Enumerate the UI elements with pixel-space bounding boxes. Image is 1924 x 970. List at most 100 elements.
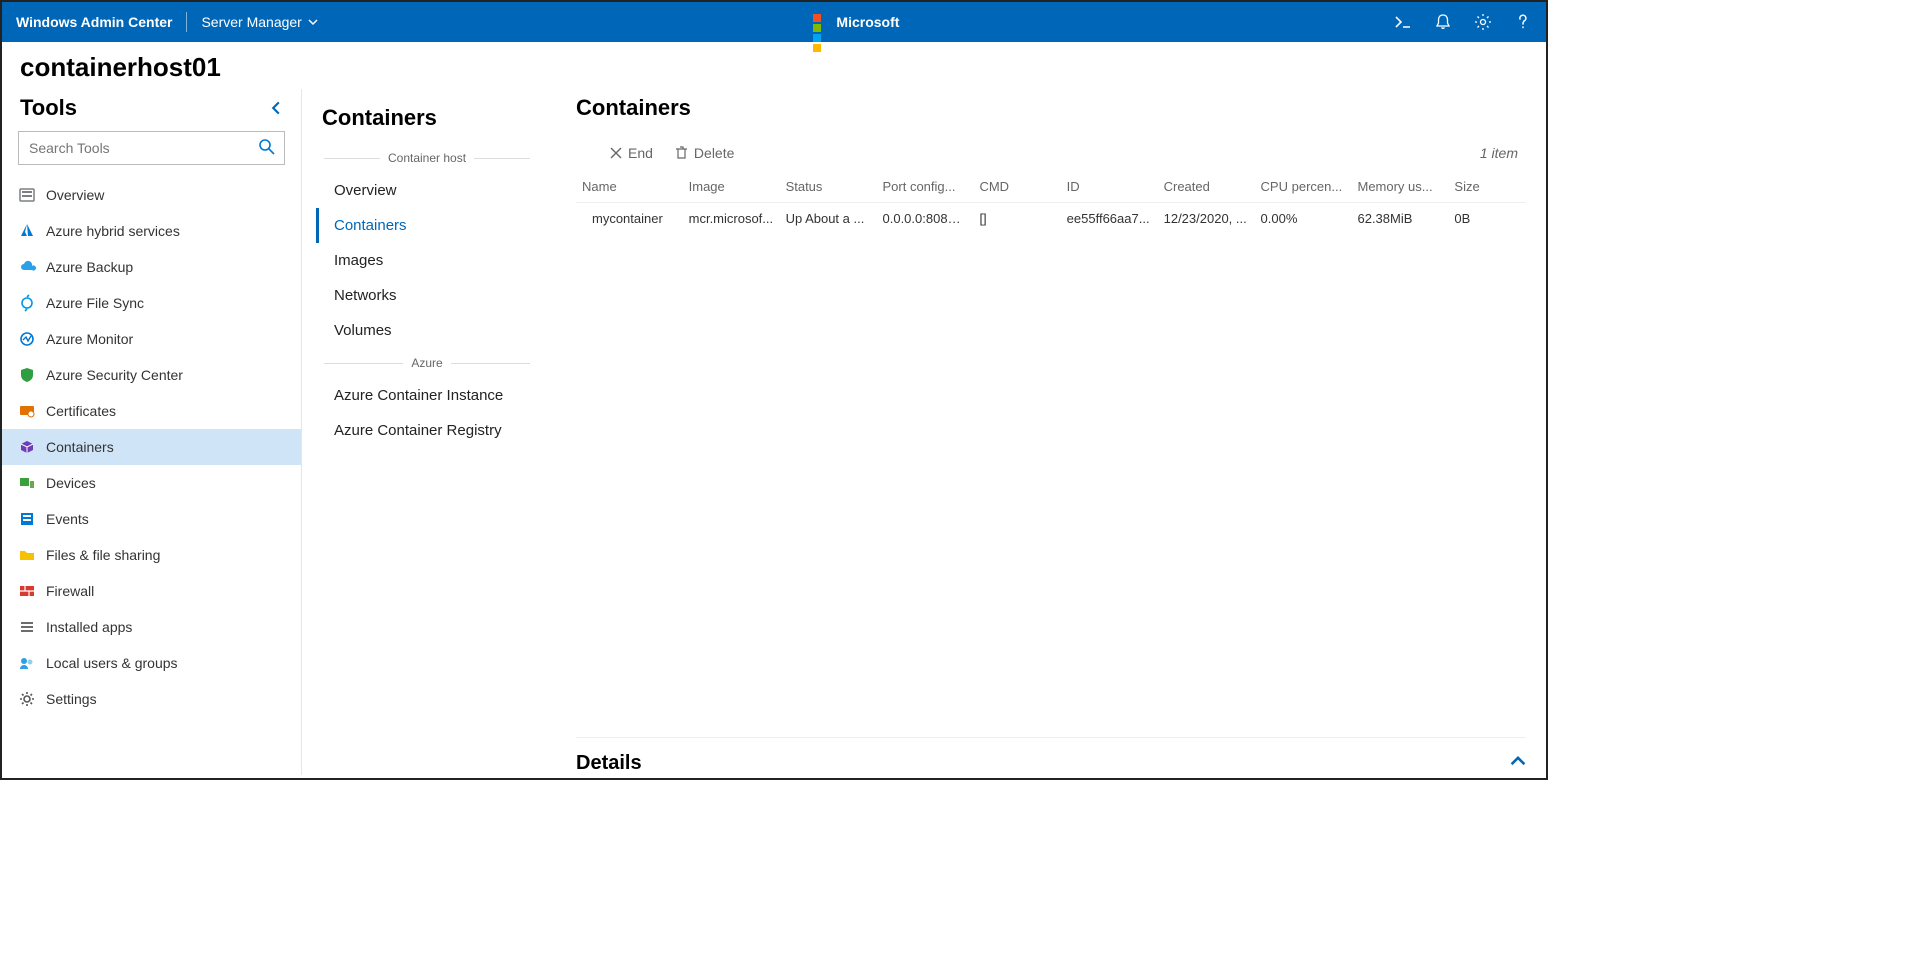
subnav-title: Containers bbox=[316, 99, 538, 143]
tool-item-certificates[interactable]: Certificates bbox=[2, 393, 301, 429]
monitor-icon bbox=[18, 330, 36, 348]
settings-gear-icon[interactable] bbox=[1474, 13, 1492, 31]
events-icon bbox=[18, 510, 36, 528]
tool-item-containers[interactable]: Containers bbox=[2, 429, 301, 465]
subnav-item-azure-container-instance[interactable]: Azure Container Instance bbox=[316, 378, 538, 413]
shield-icon bbox=[18, 366, 36, 384]
cell: 62.38MiB bbox=[1351, 203, 1448, 235]
console-icon[interactable] bbox=[1394, 13, 1412, 31]
tool-item-installed-apps[interactable]: Installed apps bbox=[2, 609, 301, 645]
col-created[interactable]: Created bbox=[1158, 171, 1255, 203]
tool-item-azure-monitor[interactable]: Azure Monitor bbox=[2, 321, 301, 357]
col-port-config-[interactable]: Port config... bbox=[877, 171, 974, 203]
subnav-item-volumes[interactable]: Volumes bbox=[316, 313, 538, 348]
tool-item-label: Files & file sharing bbox=[46, 547, 160, 563]
scope-dropdown[interactable]: Server Manager bbox=[201, 14, 317, 30]
sync-icon bbox=[18, 294, 36, 312]
collapse-tools-icon[interactable] bbox=[269, 95, 283, 121]
col-cmd[interactable]: CMD bbox=[973, 171, 1060, 203]
subnav-item-overview[interactable]: Overview bbox=[316, 173, 538, 208]
tool-item-azure-hybrid-services[interactable]: Azure hybrid services bbox=[2, 213, 301, 249]
tools-search-input[interactable] bbox=[18, 131, 285, 165]
tool-item-label: Azure Security Center bbox=[46, 367, 183, 383]
users-icon bbox=[18, 654, 36, 672]
cell: Up About a ... bbox=[780, 203, 877, 235]
subnav-group-label: Azure bbox=[316, 356, 538, 370]
tool-item-label: Events bbox=[46, 511, 89, 527]
tool-item-events[interactable]: Events bbox=[2, 501, 301, 537]
tool-item-azure-security-center[interactable]: Azure Security Center bbox=[2, 357, 301, 393]
tool-item-files-file-sharing[interactable]: Files & file sharing bbox=[2, 537, 301, 573]
tool-item-firewall[interactable]: Firewall bbox=[2, 573, 301, 609]
col-cpu-percen-[interactable]: CPU percen... bbox=[1255, 171, 1352, 203]
tools-list: Overview Azure hybrid services Azure Backu… bbox=[2, 177, 301, 775]
col-status[interactable]: Status bbox=[780, 171, 877, 203]
tools-search bbox=[18, 131, 285, 165]
divider bbox=[186, 12, 187, 32]
tool-item-label: Installed apps bbox=[46, 619, 132, 635]
apps-icon bbox=[18, 618, 36, 636]
end-label: End bbox=[628, 145, 653, 161]
notifications-icon[interactable] bbox=[1434, 13, 1452, 31]
table-body: mycontainermcr.microsof...Up About a ...… bbox=[576, 203, 1526, 235]
help-icon[interactable] bbox=[1514, 13, 1532, 31]
cell: [] bbox=[973, 203, 1060, 235]
table-row[interactable]: mycontainermcr.microsof...Up About a ...… bbox=[576, 203, 1526, 235]
azure-icon bbox=[18, 222, 36, 240]
delete-label: Delete bbox=[694, 145, 734, 161]
microsoft-logo-icon bbox=[812, 13, 830, 31]
item-count: 1 item bbox=[1480, 145, 1526, 161]
subnav-item-networks[interactable]: Networks bbox=[316, 278, 538, 313]
cell: 12/23/2020, ... bbox=[1158, 203, 1255, 235]
tool-item-devices[interactable]: Devices bbox=[2, 465, 301, 501]
tools-panel: Tools OverviewAzure hybrid servicesAzure… bbox=[2, 89, 302, 775]
container-icon bbox=[18, 438, 36, 456]
details-title: Details bbox=[576, 752, 642, 775]
tool-item-label: Azure Monitor bbox=[46, 331, 133, 347]
tool-item-label: Certificates bbox=[46, 403, 116, 419]
cell: mycontainer bbox=[576, 203, 683, 235]
collapse-details-icon[interactable] bbox=[1510, 753, 1526, 774]
folder-icon bbox=[18, 546, 36, 564]
tool-item-settings[interactable]: Settings bbox=[2, 681, 301, 717]
tool-item-label: Devices bbox=[46, 475, 96, 491]
chevron-down-icon bbox=[308, 17, 318, 27]
tool-item-azure-file-sync[interactable]: Azure File Sync bbox=[2, 285, 301, 321]
top-bar: Windows Admin Center Server Manager Micr… bbox=[2, 2, 1546, 42]
tool-item-label: Firewall bbox=[46, 583, 94, 599]
subnav-item-azure-container-registry[interactable]: Azure Container Registry bbox=[316, 413, 538, 448]
end-button[interactable]: End bbox=[610, 145, 653, 161]
cell: 0.0.0.0:8080-... bbox=[877, 203, 974, 235]
content-title: Containers bbox=[576, 89, 1526, 139]
microsoft-label: Microsoft bbox=[836, 14, 899, 30]
containers-subnav: Containers Container hostOverviewContain… bbox=[302, 89, 552, 775]
tool-item-overview[interactable]: Overview bbox=[2, 177, 301, 213]
delete-button[interactable]: Delete bbox=[675, 145, 734, 161]
subnav-group-label: Container host bbox=[316, 151, 538, 165]
tool-item-label: Overview bbox=[46, 187, 104, 203]
server-icon bbox=[18, 186, 36, 204]
col-id[interactable]: ID bbox=[1061, 171, 1158, 203]
tool-item-azure-backup[interactable]: Azure Backup bbox=[2, 249, 301, 285]
tool-item-local-users-groups[interactable]: Local users & groups bbox=[2, 645, 301, 681]
product-brand[interactable]: Windows Admin Center bbox=[16, 14, 172, 30]
subnav-item-images[interactable]: Images bbox=[316, 243, 538, 278]
containers-table: NameImageStatusPort config...CMDIDCreate… bbox=[576, 171, 1526, 234]
cloud-icon bbox=[18, 258, 36, 276]
cell: 0B bbox=[1448, 203, 1526, 235]
center-brand: Microsoft bbox=[318, 13, 1394, 31]
tool-item-label: Azure hybrid services bbox=[46, 223, 180, 239]
details-panel: Details bbox=[576, 737, 1526, 775]
command-bar: End Delete 1 item bbox=[576, 139, 1526, 171]
trash-icon bbox=[675, 146, 688, 160]
col-image[interactable]: Image bbox=[683, 171, 780, 203]
firewall-icon bbox=[18, 582, 36, 600]
col-size[interactable]: Size bbox=[1448, 171, 1526, 203]
gear-icon bbox=[18, 690, 36, 708]
close-icon bbox=[610, 147, 622, 159]
col-memory-us-[interactable]: Memory us... bbox=[1351, 171, 1448, 203]
subnav-item-containers[interactable]: Containers bbox=[316, 208, 538, 243]
search-icon[interactable] bbox=[257, 137, 277, 162]
col-name[interactable]: Name bbox=[576, 171, 683, 203]
cert-icon bbox=[18, 402, 36, 420]
